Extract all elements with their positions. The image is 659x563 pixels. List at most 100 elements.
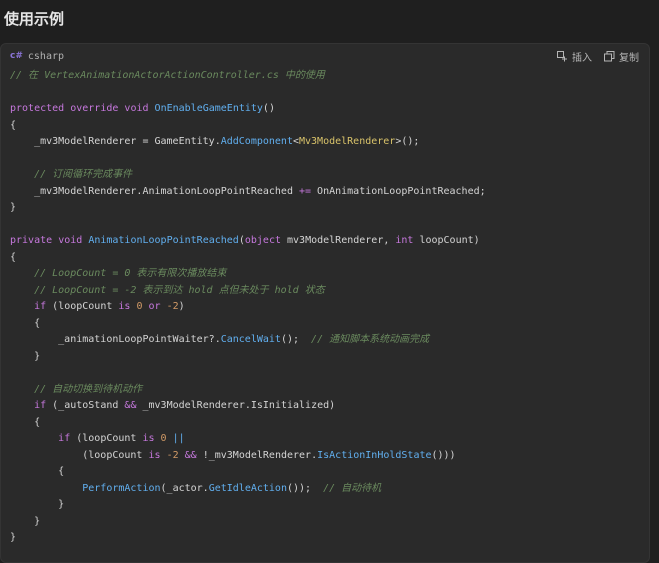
code-line: _mv3ModelRenderer.AnimationLoopPointReac… <box>10 184 649 201</box>
code-line: { <box>10 415 649 432</box>
insert-label: 插入 <box>572 52 592 64</box>
code-line: private void AnimationLoopPointReached(o… <box>10 233 649 250</box>
code-token: // 在 VertexAnimationActorActionControlle… <box>10 70 325 81</box>
code-line: { <box>10 464 649 481</box>
copy-label: 复制 <box>619 52 639 64</box>
insert-icon <box>557 50 568 62</box>
code-line: // LoopCount = -2 表示到达 hold 点但未处于 hold 状… <box>10 283 649 300</box>
code-token: (loopCount <box>10 449 149 461</box>
code-token: if <box>34 301 47 312</box>
code-line: } <box>10 497 649 514</box>
code-token: IsActionInHoldState <box>317 449 432 461</box>
code-token: () <box>262 103 275 114</box>
code-token: // LoopCount = -2 表示到达 hold 点但未处于 hold 状… <box>10 284 325 296</box>
code-line: } <box>10 349 649 366</box>
code-line: if (loopCount is 0 or -2) <box>10 299 649 316</box>
code-token: if <box>58 433 71 444</box>
code-token: void <box>124 103 149 114</box>
code-line: } <box>10 514 649 531</box>
insert-button[interactable]: 插入 <box>557 49 592 64</box>
copy-button[interactable]: 复制 <box>604 49 639 64</box>
code-line: _mv3ModelRenderer = GameEntity.AddCompon… <box>10 134 649 151</box>
code-token: (_actor. <box>160 482 209 494</box>
code-token: // 通知脚本系统动画完成 <box>311 334 430 345</box>
code-token: || <box>172 433 185 444</box>
code-token: AnimationLoopPointReached <box>88 235 239 246</box>
code-token: += <box>298 185 312 197</box>
code-line: _animationLoopPointWaiter?.CancelWait();… <box>10 332 649 349</box>
code-token: OnEnableGameEntity <box>154 103 263 114</box>
code-token: _mv3ModelRenderer.IsInitialized) <box>136 400 336 411</box>
code-token: object <box>244 235 281 246</box>
code-token: (); <box>280 334 312 345</box>
code-line: protected override void OnEnableGameEnti… <box>10 101 649 118</box>
code-content: // 在 VertexAnimationActorActionControlle… <box>10 68 649 547</box>
code-token: is <box>148 449 161 461</box>
code-token: (loopCount <box>70 433 143 444</box>
code-line: { <box>10 118 649 135</box>
code-token: ) <box>178 301 185 312</box>
code-block: c# csharp 插入 复制 // 在 VertexAnimationActo… <box>0 43 650 563</box>
language-label: csharp <box>27 50 65 62</box>
code-token: } <box>10 532 17 543</box>
code-token: or <box>148 301 161 312</box>
code-token: is <box>118 301 131 312</box>
code-token: override <box>70 103 119 114</box>
code-line: if (loopCount is 0 || <box>10 431 649 448</box>
code-token: int <box>395 235 414 246</box>
code-token: OnAnimationLoopPointReached; <box>311 185 486 197</box>
code-token: { <box>10 416 41 428</box>
code-token: CancelWait <box>220 334 281 345</box>
code-token: _mv3ModelRenderer = GameEntity. <box>10 136 221 147</box>
code-token: ()); <box>286 482 324 494</box>
code-token: AddComponent <box>220 136 293 147</box>
code-line: PerformAction(_actor.GetIdleAction()); /… <box>10 481 649 498</box>
code-token: && <box>184 449 197 461</box>
language-badge: c# csharp <box>10 51 64 62</box>
code-line: } <box>10 530 649 547</box>
code-token: loopCount) <box>413 235 480 246</box>
code-token: { <box>10 466 65 477</box>
code-token: // 订阅循环完成事件 <box>10 169 133 180</box>
code-line: (loopCount is -2 && !_mv3ModelRenderer.I… <box>10 448 649 465</box>
code-token: { <box>10 251 17 263</box>
code-token: -2 <box>166 301 179 312</box>
code-actions: 插入 复制 <box>557 49 639 64</box>
code-token: ())) <box>431 449 456 461</box>
code-token: protected <box>10 103 65 114</box>
code-token: } <box>10 350 41 362</box>
code-token: && <box>124 400 137 411</box>
code-line: if (_autoStand && _mv3ModelRenderer.IsIn… <box>10 398 649 415</box>
code-token: >(); <box>395 136 420 147</box>
code-token: void <box>58 235 83 246</box>
code-token: } <box>10 499 65 510</box>
code-token: } <box>10 515 41 527</box>
code-token: // 自动切换到待机动作 <box>10 383 143 395</box>
code-token: !_mv3ModelRenderer. <box>196 449 318 461</box>
code-token: if <box>34 400 47 411</box>
code-line: { <box>10 316 649 333</box>
code-token: // 自动待机 <box>323 482 382 494</box>
copy-icon <box>604 50 615 62</box>
code-token: Mv3ModelRenderer <box>299 136 396 147</box>
code-line: // 订阅循环完成事件 <box>10 167 649 184</box>
code-token: _mv3ModelRenderer.AnimationLoopPointReac… <box>10 185 299 197</box>
code-token: -2 <box>166 449 179 461</box>
code-line: // LoopCount = 0 表示有限次播放结束 <box>10 266 649 283</box>
code-token: { <box>10 119 17 131</box>
code-line: // 在 VertexAnimationActorActionControlle… <box>10 68 649 85</box>
code-token: } <box>10 202 17 213</box>
code-block-header: c# csharp 插入 复制 <box>1 44 649 68</box>
page-title: 使用示例 <box>4 10 65 28</box>
code-token: GetIdleAction <box>208 482 287 494</box>
code-token: PerformAction <box>82 482 161 494</box>
code-token: mv3ModelRenderer, <box>280 235 396 246</box>
